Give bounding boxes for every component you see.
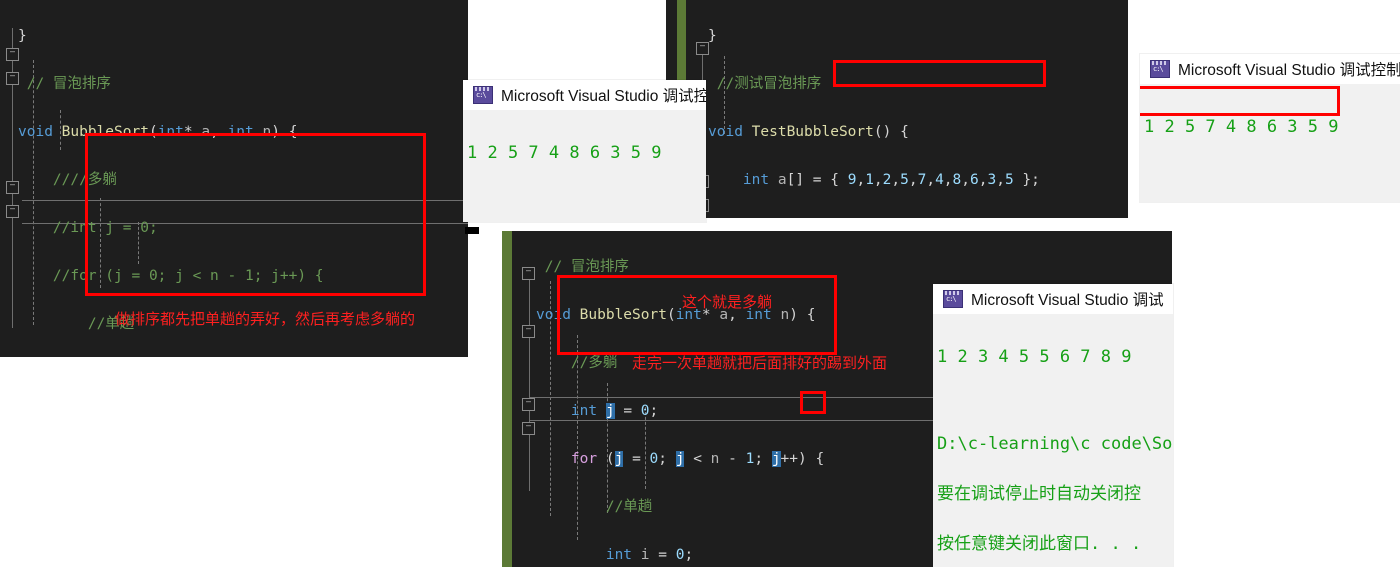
- code-line: for (j = 0; j < n - 1; j++) {: [570, 451, 825, 467]
- console-output-array: 1 2 5 7 4 8 6 3 5 9: [1144, 117, 1339, 137]
- console-output-array: 1 2 5 7 4 8 6 3 5 9: [467, 143, 662, 163]
- text-caret-marker: [465, 227, 479, 234]
- code-line: int j = 0;: [570, 403, 659, 419]
- code-line: int a[] = { 9,1,2,5,7,4,8,6,3,5 };: [742, 172, 1040, 188]
- code-line: int i = 0;: [605, 547, 694, 563]
- editor-top-mid[interactable]: } //测试冒泡排序 void TestBubbleSort() { int a…: [666, 0, 1128, 218]
- code-line: }: [18, 28, 27, 44]
- outer-loop-highlight-box: [557, 275, 837, 355]
- console-output: 1 2 3 4 5 5 6 7 8 9 D:\c-learning\c code…: [933, 314, 1173, 567]
- code-line: //单趟: [536, 499, 653, 515]
- minus-j-highlight-box: [800, 391, 826, 414]
- console-titlebar[interactable]: Microsoft Visual Studio 调试控制台: [463, 80, 706, 110]
- console-title: Microsoft Visual Studio 调试控制台: [501, 88, 706, 105]
- code-line: //测试冒泡排序: [708, 76, 822, 92]
- console-output-highlight-box: [1140, 86, 1340, 116]
- console-titlebar[interactable]: Microsoft Visual Studio 调试控制: [1140, 54, 1400, 84]
- editor-top-left[interactable]: } // 冒泡排序 void BubbleSort(int* a, int n)…: [0, 0, 468, 357]
- console-output: 1 2 5 7 4 8 6 3 5 9 D:\c-learning\c code…: [463, 110, 706, 222]
- code-line: // 冒泡排序: [536, 259, 629, 275]
- console-title: Microsoft Visual Studio 调试控制: [1178, 62, 1400, 79]
- code-text-top-mid[interactable]: } //测试冒泡排序 void TestBubbleSort() { int a…: [666, 0, 1128, 218]
- single-pass-highlight-box: [85, 133, 426, 296]
- console-window-top-right[interactable]: Microsoft Visual Studio 调试控制 1 2 5 7 4 8…: [1140, 54, 1400, 202]
- annotation-single-pass: 做排序都先把单趟的弄好，然后再考虑多躺的: [115, 310, 416, 328]
- console-titlebar[interactable]: Microsoft Visual Studio 调试: [933, 284, 1173, 314]
- console-app-icon: [1150, 60, 1170, 78]
- code-line: }: [708, 28, 717, 44]
- console-window-bottom-right[interactable]: Microsoft Visual Studio 调试 1 2 3 4 5 5 6…: [933, 284, 1173, 567]
- console-message-2: 按任意键关闭此窗口. . .: [937, 534, 1142, 554]
- code-line: void TestBubbleSort() {: [708, 124, 909, 140]
- console-output-array: 1 2 3 4 5 5 6 7 8 9: [937, 347, 1132, 367]
- code-line: // 冒泡排序: [18, 76, 111, 92]
- array-initializer-highlight-box: [833, 60, 1046, 87]
- console-path-line: D:\c-learning\c code\Sor: [937, 434, 1173, 454]
- console-app-icon: [473, 86, 493, 104]
- console-message-1: 要在调试停止时自动关闭控: [937, 484, 1141, 504]
- console-window-middle[interactable]: Microsoft Visual Studio 调试控制台 1 2 5 7 4 …: [463, 80, 706, 222]
- annotation-kick-to-outside: 走完一次单趟就把后面排好的踢到外面: [632, 354, 888, 372]
- console-app-icon: [943, 290, 963, 308]
- console-title: Microsoft Visual Studio 调试: [971, 292, 1164, 309]
- annotation-multi-pass: 这个就是多躺: [682, 293, 773, 311]
- code-line: //多躺: [536, 355, 618, 371]
